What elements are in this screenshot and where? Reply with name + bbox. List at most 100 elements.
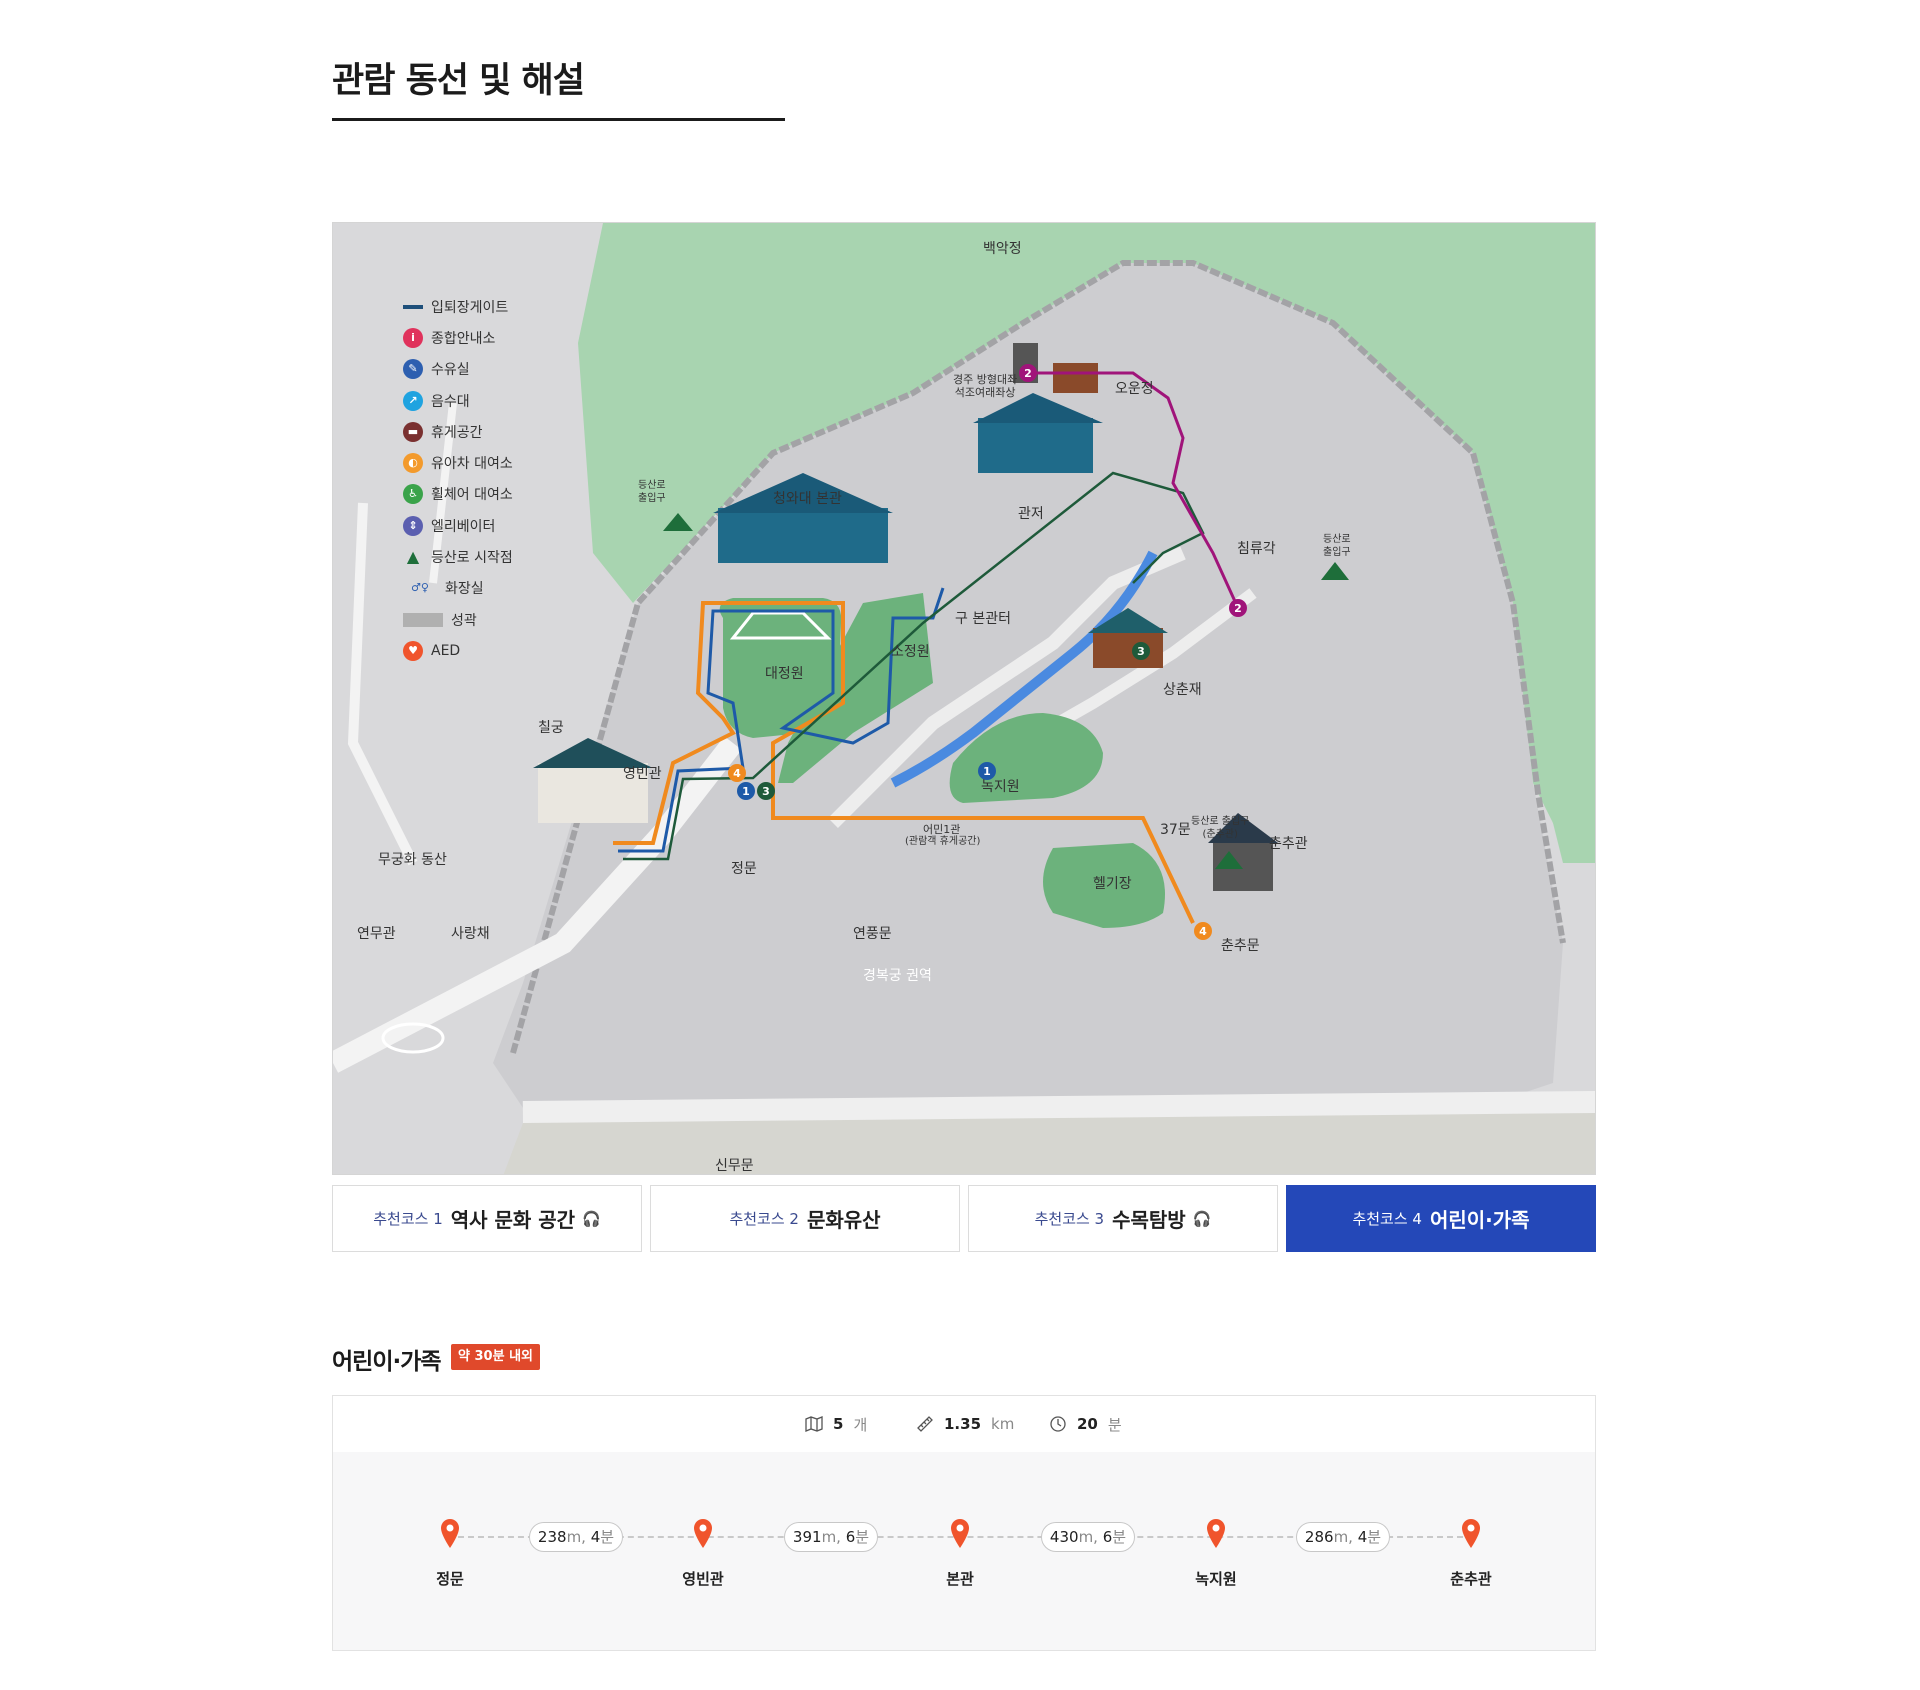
label-mugunghwa[interactable]: 무궁화 동산 [378,849,447,869]
tab-course-2[interactable]: 추천코스 2 문화유산 [650,1185,960,1252]
course-stats: 5 개 1.35 km 20 분 [333,1396,1595,1453]
tab-course-2-name: 문화유산 [806,1208,881,1232]
label-sangchun[interactable]: 상춘재 [1163,679,1202,699]
map-legend: 입퇴장게이트 i 종합안내소 ✎ 수유실 ↗ 음수대 ▬ 휴게공간 ◐ 유아차 대여소 ♿… [403,291,513,667]
label-main[interactable]: 청와대 본관 [773,488,842,508]
tab-course-1-number: 추천코스 1 [373,1210,443,1228]
label-trail-left[interactable]: 등산로 출입구 [638,479,666,505]
tab-course-1-name: 역사 문화 공간 [450,1208,576,1232]
stop-bongwan[interactable]: 본관 [900,1568,1020,1589]
label-baegakjeong[interactable]: 백악정 [983,238,1022,258]
rest-area-icon: ▬ [403,421,423,442]
label-sinmu[interactable]: 신무문 [715,1155,754,1174]
location-pin-icon [694,1519,712,1548]
svg-text:2: 2 [1234,602,1242,615]
elevator-icon: ⇕ [403,515,423,536]
location-pin-icon [951,1519,969,1548]
label-chunchu-mun[interactable]: 춘추문 [1221,935,1260,955]
segment-distance: 391m, 6분 [784,1522,878,1552]
stroller-rental-icon: ◐ [403,453,423,474]
aed-icon: ♥ [403,640,423,661]
svg-text:2: 2 [1024,367,1032,380]
legend-item-restroom: ♂♀ 화장실 [403,573,513,604]
label-trail-right[interactable]: 등산로 출입구 [1323,533,1351,559]
legend-item-wheelchair: ♿ 휠체어 대여소 [403,479,513,510]
headphone-icon: 🎧 [1192,1209,1212,1228]
label-gate37[interactable]: 37문 [1160,819,1191,839]
label-yeongbin[interactable]: 영빈관 [623,763,662,783]
svg-text:1: 1 [742,785,750,798]
tab-course-2-number: 추천코스 2 [729,1210,799,1228]
course-detail: 5 개 1.35 km 20 분 정문 영빈관 본관 녹지원 춘추관 238m,… [332,1395,1596,1651]
location-pin-icon [441,1519,459,1548]
label-gwanjeo[interactable]: 관저 [1018,503,1044,523]
label-daejeong[interactable]: 대정원 [765,663,804,683]
label-trail-bottom[interactable]: 등산로 출입구 (춘추관) [1191,815,1249,841]
label-old-main[interactable]: 구 본관터 [955,608,1011,628]
wheelchair-rental-icon: ♿ [403,484,423,505]
location-pin-icon [1207,1519,1225,1548]
label-oun[interactable]: 오운정 [1115,378,1154,398]
legend-item-trailhead: ▲ 등산로 시작점 [403,541,513,572]
legend-item-aed: ♥ AED [403,635,513,666]
course-tabs: 추천코스 1 역사 문화 공간 🎧 추천코스 2 문화유산 추천코스 3 수목탐… [332,1185,1596,1252]
svg-text:3: 3 [762,785,770,798]
page-title: 관람 동선 및 해설 [332,61,585,101]
segment-distance: 238m, 4분 [529,1522,623,1552]
route-timeline: 정문 영빈관 본관 녹지원 춘추관 238m, 4분 391m, 6분 430m… [333,1452,1595,1650]
tab-course-4-number: 추천코스 4 [1352,1210,1422,1228]
legend-item-gate: 입퇴장게이트 [403,291,513,322]
segment-distance: 430m, 6분 [1041,1522,1135,1552]
label-yeonmu[interactable]: 연무관 [357,923,396,943]
stat-spots: 5 개 [805,1396,867,1452]
title-underline [332,118,785,121]
label-buddha[interactable]: 경주 방형대좌 석조여래좌상 [953,373,1017,399]
stop-nokjiwon[interactable]: 녹지원 [1156,1568,1276,1589]
headphone-icon: 🎧 [582,1209,601,1228]
legend-item-fountain: ↗ 음수대 [403,385,513,416]
stat-time: 20 분 [1049,1396,1122,1452]
location-pin-icon [1462,1519,1480,1548]
map-illustration: 2 2 3 1 1 3 4 4 [333,223,1595,1174]
label-jeongmun[interactable]: 정문 [731,858,757,878]
legend-item-elevator: ⇕ 엘리베이터 [403,510,513,541]
restroom-icon: ♂♀ [411,581,429,595]
label-eomin-sub: (관람객 휴게공간) [905,836,981,847]
label-chilgung[interactable]: 칠궁 [538,717,564,737]
legend-item-stroller: ◐ 유아차 대여소 [403,447,513,478]
label-nokji[interactable]: 녹지원 [981,776,1020,796]
duration-badge: 약 30분 내외 [451,1344,540,1370]
label-yeonpung[interactable]: 연풍문 [853,923,892,943]
info-icon: i [403,327,423,348]
label-sojeong[interactable]: 소정원 [891,641,930,661]
label-heli[interactable]: 헬기장 [1093,873,1132,893]
stat-distance: 1.35 km [916,1396,1014,1452]
tab-course-4[interactable]: 추천코스 4 어린이·가족 [1286,1185,1596,1252]
label-chunchu-gwan[interactable]: 춘추관 [1269,833,1308,853]
stop-chunchugwan[interactable]: 춘추관 [1411,1568,1531,1589]
label-chimnyu[interactable]: 침류각 [1237,538,1276,558]
svg-text:4: 4 [1199,925,1207,938]
nursing-room-icon: ✎ [403,359,423,380]
clock-icon [1050,1416,1066,1432]
tab-course-4-name: 어린이·가족 [1429,1208,1530,1232]
tab-course-1[interactable]: 추천코스 1 역사 문화 공간 🎧 [332,1185,642,1252]
tour-map[interactable]: 2 2 3 1 1 3 4 4 입퇴장게이트 i 종합안내소 ✎ 수유실 ↗ 음수대 … [332,222,1596,1175]
legend-item-rest: ▬ 휴게공간 [403,416,513,447]
gate-line-icon [403,304,423,309]
trailhead-icon: ▲ [406,547,420,567]
stop-yeongbingwan[interactable]: 영빈관 [643,1568,763,1589]
tab-course-3[interactable]: 추천코스 3 수목탐방 🎧 [968,1185,1278,1252]
course-title: 어린이·가족 [332,1349,442,1375]
label-sarang[interactable]: 사랑채 [451,923,490,943]
segment-distance: 286m, 4분 [1296,1522,1390,1552]
ruler-icon [917,1416,933,1432]
map-icon [805,1416,823,1432]
drinking-fountain-icon: ↗ [403,390,423,411]
legend-item-wall: 성곽 [403,604,513,635]
fortress-wall-icon [403,612,443,627]
label-gyeongbok: 경복궁 권역 [863,968,932,984]
stop-jeongmun[interactable]: 정문 [390,1568,510,1589]
legend-item-info: i 종합안내소 [403,322,513,353]
tab-course-3-name: 수목탐방 [1112,1208,1186,1232]
